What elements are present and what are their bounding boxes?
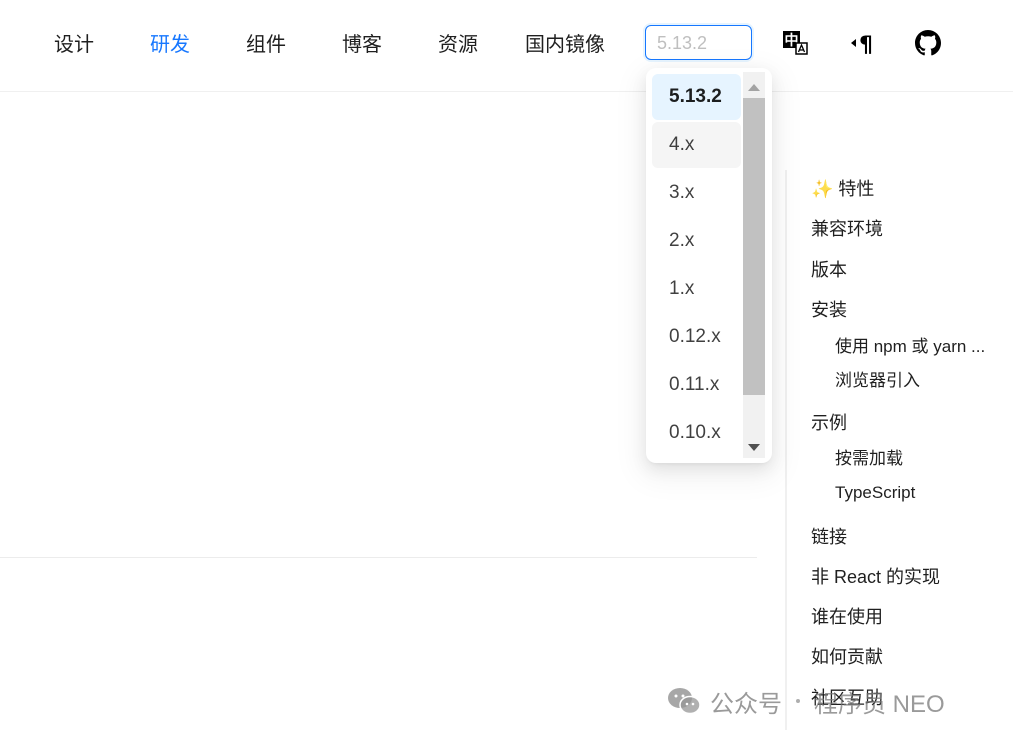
watermark-account-name: 程序员 NEO (814, 690, 945, 718)
toc-item-npm-yarn[interactable]: 使用 npm 或 yarn ... (835, 335, 985, 359)
version-option-1x[interactable]: 1.x (652, 266, 741, 312)
github-icon[interactable] (913, 28, 943, 58)
toc-item-example[interactable]: 示例 (811, 411, 847, 435)
nav-item-china-mirror[interactable]: 国内镜像 (525, 30, 605, 60)
watermark-separator (796, 699, 800, 703)
toc-item-compatibility[interactable]: 兼容环境 (811, 217, 883, 241)
version-option-2x[interactable]: 2.x (652, 218, 741, 264)
scroll-thumb[interactable] (743, 98, 765, 395)
toc-item-typescript[interactable]: TypeScript (835, 481, 915, 505)
toc-item-non-react[interactable]: 非 React 的实现 (811, 565, 940, 589)
text-direction-glyph: ¶ (859, 33, 873, 58)
docs-page: 设计 研发 组件 博客 资源 国内镜像 5.13.2 中 ¶ ✨ 特性 兼容环境… (0, 0, 1013, 742)
anchor-ink-line (785, 170, 787, 730)
version-option-3x[interactable]: 3.x (652, 170, 741, 216)
language-switch-icon-svg: 中 (783, 31, 808, 55)
nav-item-resources[interactable]: 资源 (438, 30, 478, 60)
scroll-down-arrow-icon[interactable] (748, 444, 760, 451)
watermark-account-type: 公众号 (710, 690, 782, 718)
version-option-0-10x[interactable]: 0.10.x (652, 410, 741, 456)
language-switch-icon[interactable]: 中 (780, 28, 810, 58)
toc-item-features[interactable]: ✨ 特性 (811, 177, 874, 201)
toc-item-contribute[interactable]: 如何贡献 (811, 645, 883, 669)
toc-item-browser-import[interactable]: 浏览器引入 (835, 369, 920, 393)
text-direction-icon[interactable]: ¶ (848, 28, 878, 58)
top-header: 设计 研发 组件 博客 资源 国内镜像 5.13.2 中 ¶ (0, 0, 1013, 92)
wechat-watermark: 公众号 程序员 NEO (666, 685, 945, 718)
dropdown-scrollbar[interactable] (743, 72, 765, 458)
scroll-up-arrow-icon[interactable] (748, 84, 760, 91)
version-option-0-11x[interactable]: 0.11.x (652, 362, 741, 408)
nav-item-blog[interactable]: 博客 (342, 30, 382, 60)
toc-item-version[interactable]: 版本 (811, 258, 847, 282)
nav-item-development[interactable]: 研发 (150, 30, 190, 60)
version-select[interactable]: 5.13.2 (645, 25, 752, 60)
wechat-icon (668, 688, 701, 715)
version-dropdown: 5.13.2 4.x 3.x 2.x 1.x 0.12.x 0.11.x 0.1… (646, 68, 772, 463)
version-option-4x[interactable]: 4.x (652, 122, 741, 168)
version-option-0-12x[interactable]: 0.12.x (652, 314, 741, 360)
content-divider (0, 557, 757, 558)
nav-item-design[interactable]: 设计 (54, 30, 94, 60)
toc-item-who-uses[interactable]: 谁在使用 (811, 605, 883, 629)
version-select-value: 5.13.2 (657, 33, 708, 53)
toc-item-install[interactable]: 安装 (811, 298, 847, 322)
toc-item-on-demand[interactable]: 按需加载 (835, 447, 903, 471)
nav-item-components[interactable]: 组件 (246, 30, 286, 60)
text-direction-icon-svg: ¶ (851, 33, 873, 58)
github-icon-svg (915, 30, 941, 56)
toc-item-links[interactable]: 链接 (811, 525, 847, 549)
version-option-5-13-2[interactable]: 5.13.2 (652, 74, 741, 120)
